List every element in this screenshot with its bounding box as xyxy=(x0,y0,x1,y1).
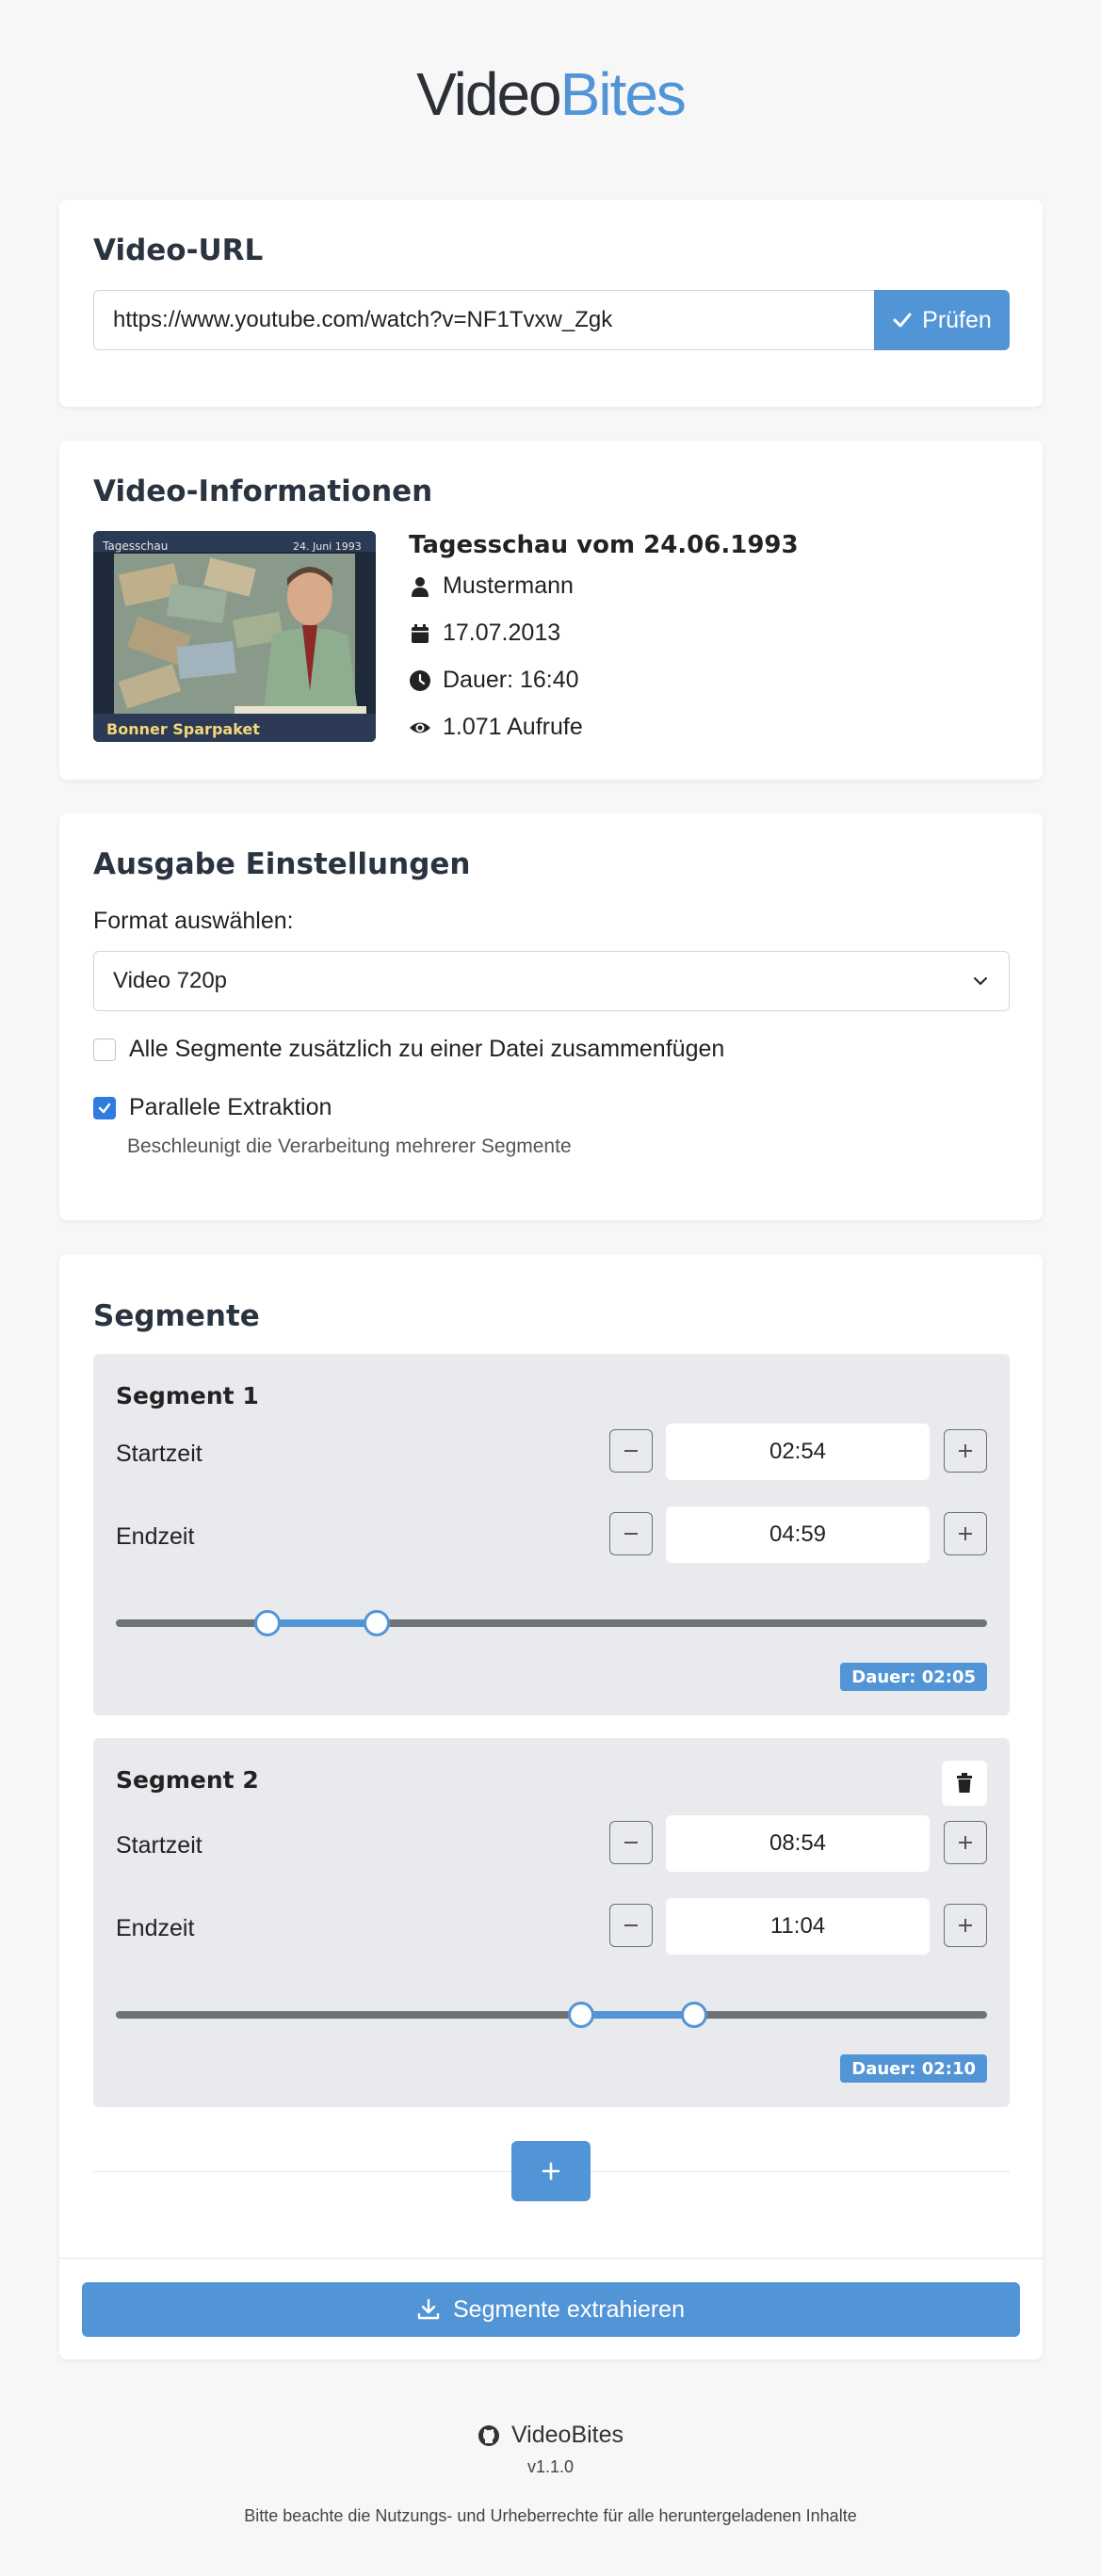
end-handle[interactable] xyxy=(681,2002,708,2028)
eye-icon xyxy=(410,722,430,733)
end-time-input[interactable]: 04:59 xyxy=(666,1506,930,1563)
segment-title: Segment 1 xyxy=(116,1382,259,1409)
app-logo: VideoBites xyxy=(0,64,1101,124)
duration-row: Dauer: 16:40 xyxy=(409,667,579,694)
end-decrement-button[interactable] xyxy=(609,1904,653,1947)
selected-range xyxy=(267,1619,377,1627)
extract-segments-label: Segmente extrahieren xyxy=(453,2295,685,2323)
footer-link[interactable]: VideoBites xyxy=(0,2422,1101,2449)
video-title: Tagesschau vom 24.06.1993 xyxy=(409,531,799,559)
segment-title: Segment 2 xyxy=(116,1766,259,1794)
footer-version: v1.1.0 xyxy=(526,2457,575,2476)
start-increment-button[interactable] xyxy=(944,1429,987,1473)
format-label: Format auswählen: xyxy=(93,908,294,934)
plus-icon xyxy=(959,1444,972,1457)
delete-segment-button[interactable] xyxy=(942,1761,987,1806)
start-time-input[interactable]: 08:54 xyxy=(666,1815,930,1872)
start-time-input[interactable]: 02:54 xyxy=(666,1424,930,1480)
duration-badge: Dauer: 02:05 xyxy=(840,1663,987,1691)
output-settings-card: Ausgabe Einstellungen Format auswählen: … xyxy=(59,813,1043,1220)
format-select[interactable]: Video 720p xyxy=(93,951,1010,1011)
clock-icon xyxy=(410,669,430,691)
trash-icon xyxy=(957,1773,972,1793)
download-icon xyxy=(417,2298,440,2320)
plus-icon xyxy=(959,1836,972,1849)
plus-icon xyxy=(959,1919,972,1932)
extract-segments-button[interactable]: Segmente extrahieren xyxy=(82,2282,1020,2337)
video-info-heading: Video-Informationen xyxy=(93,475,433,508)
plus-icon xyxy=(959,1527,972,1540)
checkmark-icon xyxy=(893,313,912,328)
check-button-label: Prüfen xyxy=(922,306,992,333)
end-time-label: Endzeit xyxy=(116,1523,195,1550)
video-url-card: Video-URL https://www.youtube.com/watch?… xyxy=(59,200,1043,407)
parallel-option[interactable]: Parallele Extraktion xyxy=(93,1094,332,1121)
user-icon xyxy=(412,576,429,597)
end-decrement-button[interactable] xyxy=(609,1512,653,1555)
minus-icon xyxy=(624,1450,638,1452)
video-thumbnail: Tagesschau 24. Juni 1993 Bonner Sparpake… xyxy=(93,531,376,742)
parallel-label: Parallele Extraktion xyxy=(129,1094,332,1120)
footer-note: Bitte beachte die Nutzungs- und Urheberr… xyxy=(244,2506,857,2525)
thumbnail-date-text: 24. Juni 1993 xyxy=(293,540,362,553)
start-decrement-button[interactable] xyxy=(609,1429,653,1473)
github-icon xyxy=(478,2424,499,2446)
checkmark-icon xyxy=(98,1103,111,1113)
thumbnail-channel-text: Tagesschau xyxy=(102,539,168,553)
minus-icon xyxy=(624,1842,638,1843)
calendar-icon xyxy=(412,623,429,643)
output-settings-heading: Ausgabe Einstellungen xyxy=(93,847,471,881)
plus-icon xyxy=(542,2162,560,2181)
start-handle[interactable] xyxy=(567,2002,594,2028)
video-duration: Dauer: 16:40 xyxy=(443,667,579,693)
start-time-label: Startzeit xyxy=(116,1441,202,1467)
video-info-card: Video-Informationen Tagesschau 24. Juni xyxy=(59,441,1043,780)
merge-checkbox[interactable] xyxy=(93,1038,116,1061)
video-url-heading: Video-URL xyxy=(93,233,264,267)
logo-part-1: Video xyxy=(416,60,562,128)
segments-heading: Segmente xyxy=(93,1299,260,1333)
view-count: 1.071 Aufrufe xyxy=(443,714,583,740)
parallel-checkbox[interactable] xyxy=(93,1096,116,1119)
thumbnail-caption: Bonner Sparpaket xyxy=(106,720,260,738)
views-row: 1.071 Aufrufe xyxy=(409,714,583,741)
start-handle[interactable] xyxy=(253,1610,281,1636)
segment-range-slider[interactable] xyxy=(116,2002,987,2028)
video-url-input[interactable]: https://www.youtube.com/watch?v=NF1Tvxw_… xyxy=(93,290,880,350)
end-time-input[interactable]: 11:04 xyxy=(666,1898,930,1955)
upload-date: 17.07.2013 xyxy=(443,620,561,646)
format-selected-value: Video 720p xyxy=(113,968,228,993)
chevron-down-icon xyxy=(974,977,987,985)
start-decrement-button[interactable] xyxy=(609,1821,653,1864)
start-time-label: Startzeit xyxy=(116,1832,202,1859)
check-button[interactable]: Prüfen xyxy=(874,290,1010,350)
end-increment-button[interactable] xyxy=(944,1512,987,1555)
card-divider xyxy=(59,2258,1043,2259)
end-handle[interactable] xyxy=(363,1610,390,1636)
author-name: Mustermann xyxy=(443,572,574,599)
segment-card: Segment 2 Startzeit 08:54 Endzeit 11:04 … xyxy=(93,1738,1010,2107)
end-increment-button[interactable] xyxy=(944,1904,987,1947)
parallel-hint: Beschleunigt die Verarbeitung mehrerer S… xyxy=(127,1135,572,1157)
segments-card: Segmente Segment 1 Startzeit 02:54 Endze… xyxy=(59,1254,1043,2359)
selected-range xyxy=(580,2011,695,2019)
logo-part-2: Bites xyxy=(559,60,687,128)
add-segment-button[interactable] xyxy=(511,2141,591,2201)
merge-label: Alle Segmente zusätzlich zu einer Datei … xyxy=(129,1036,725,1062)
author-row: Mustermann xyxy=(409,572,574,600)
duration-badge: Dauer: 02:10 xyxy=(840,2054,987,2083)
merge-option[interactable]: Alle Segmente zusätzlich zu einer Datei … xyxy=(93,1036,724,1063)
minus-icon xyxy=(624,1924,638,1926)
segment-range-slider[interactable] xyxy=(116,1610,987,1636)
segment-card: Segment 1 Startzeit 02:54 Endzeit 04:59 … xyxy=(93,1354,1010,1715)
minus-icon xyxy=(624,1533,638,1535)
date-row: 17.07.2013 xyxy=(409,620,560,647)
end-time-label: Endzeit xyxy=(116,1915,195,1941)
start-increment-button[interactable] xyxy=(944,1821,987,1864)
footer-app-name: VideoBites xyxy=(510,2422,624,2448)
